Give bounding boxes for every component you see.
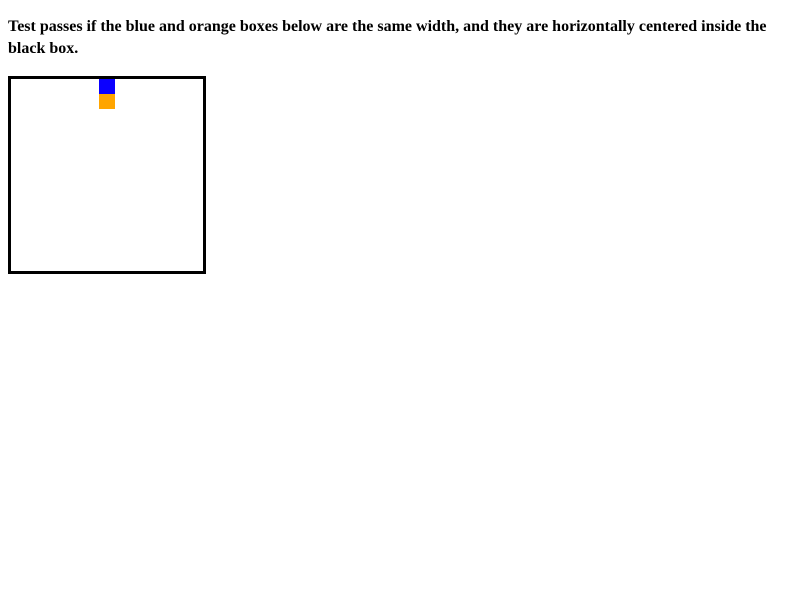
black-box (8, 76, 206, 274)
test-instructions: Test passes if the blue and orange boxes… (8, 18, 767, 57)
orange-box (99, 94, 115, 109)
blue-box (99, 79, 115, 94)
